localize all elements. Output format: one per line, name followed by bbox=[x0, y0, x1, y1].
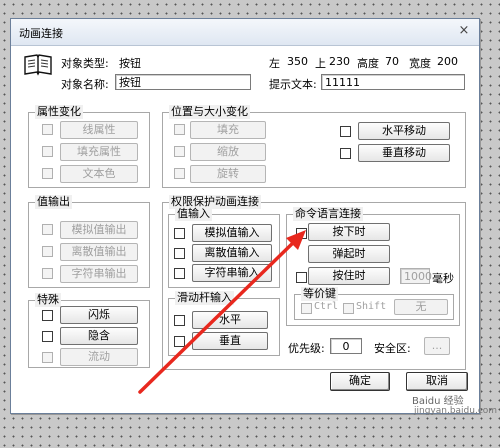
blink-checkbox[interactable] bbox=[42, 310, 53, 321]
security-zone-label: 安全区: bbox=[374, 342, 411, 355]
dialog-title: 动画连接 bbox=[19, 27, 63, 40]
attribute-change-title: 属性变化 bbox=[35, 105, 83, 119]
object-name-field[interactable]: 按钮 bbox=[115, 74, 251, 90]
object-type-value: 按钮 bbox=[119, 57, 141, 70]
hint-text-field[interactable]: 11111 bbox=[321, 74, 465, 90]
press-checkbox[interactable] bbox=[296, 228, 307, 239]
blink-button[interactable]: 闪烁 bbox=[60, 306, 138, 324]
shift-label: Shift bbox=[356, 301, 387, 312]
discrete-input-button[interactable]: 离散值输入 bbox=[192, 244, 272, 262]
position-size-title: 位置与大小变化 bbox=[169, 105, 250, 119]
shift-checkbox[interactable] bbox=[343, 303, 354, 314]
hide-checkbox[interactable] bbox=[42, 331, 53, 342]
horizontal-slider-checkbox[interactable] bbox=[174, 315, 185, 326]
rotate-checkbox[interactable] bbox=[174, 168, 185, 179]
height-value: 70 bbox=[385, 55, 399, 68]
analog-output-checkbox[interactable] bbox=[42, 224, 53, 235]
analog-output-button[interactable]: 模拟值输出 bbox=[60, 221, 138, 239]
width-value: 200 bbox=[437, 55, 458, 68]
horizontal-move-button[interactable]: 水平移动 bbox=[358, 122, 450, 140]
flow-button[interactable]: 流动 bbox=[60, 348, 138, 366]
ctrl-checkbox[interactable] bbox=[301, 303, 312, 314]
value-output-title: 值输出 bbox=[35, 195, 72, 209]
watermark-url: jingyan.baidu.com bbox=[414, 406, 498, 416]
on-release-button[interactable]: 弹起时 bbox=[308, 245, 390, 263]
title-bar: 动画连接 × bbox=[11, 19, 479, 46]
width-label: 宽度 bbox=[409, 57, 431, 70]
text-color-button[interactable]: 文本色 bbox=[60, 165, 138, 183]
object-name-label: 对象名称: bbox=[61, 78, 109, 91]
fill-checkbox[interactable] bbox=[174, 124, 185, 135]
security-zone-button[interactable]: ... bbox=[424, 337, 450, 355]
fill-button[interactable]: 填充 bbox=[190, 121, 266, 139]
close-icon[interactable]: × bbox=[455, 23, 473, 39]
scale-button[interactable]: 缩放 bbox=[190, 143, 266, 161]
discrete-output-button[interactable]: 离散值输出 bbox=[60, 243, 138, 261]
object-type-label: 对象类型: bbox=[61, 57, 109, 70]
vertical-slider-button[interactable]: 垂直 bbox=[192, 332, 268, 350]
analog-input-checkbox[interactable] bbox=[174, 228, 185, 239]
string-output-button[interactable]: 字符串输出 bbox=[60, 265, 138, 283]
hotkey-title: 等价键 bbox=[301, 287, 338, 301]
vertical-move-button[interactable]: 垂直移动 bbox=[358, 144, 450, 162]
top-label: 上 bbox=[315, 57, 326, 70]
horizontal-move-checkbox[interactable] bbox=[340, 126, 351, 137]
scale-checkbox[interactable] bbox=[174, 146, 185, 157]
command-language-title: 命令语言连接 bbox=[293, 207, 363, 221]
priority-field[interactable]: 0 bbox=[330, 338, 362, 354]
vertical-move-checkbox[interactable] bbox=[340, 148, 351, 159]
left-value: 350 bbox=[287, 55, 308, 68]
top-value: 230 bbox=[329, 55, 350, 68]
ctrl-label: Ctrl bbox=[314, 301, 339, 312]
hold-checkbox[interactable] bbox=[296, 272, 307, 283]
vertical-slider-checkbox[interactable] bbox=[174, 336, 185, 347]
hint-text-label: 提示文本: bbox=[269, 78, 317, 91]
cancel-button[interactable]: 取消 bbox=[406, 372, 468, 391]
watermark: Baidu 经验 bbox=[412, 396, 464, 407]
text-color-checkbox[interactable] bbox=[42, 168, 53, 179]
discrete-output-checkbox[interactable] bbox=[42, 246, 53, 257]
ms-unit-label: 毫秒 bbox=[432, 272, 454, 285]
fill-attr-checkbox[interactable] bbox=[42, 146, 53, 157]
hide-button[interactable]: 隐含 bbox=[60, 327, 138, 345]
string-output-checkbox[interactable] bbox=[42, 268, 53, 279]
on-press-button[interactable]: 按下时 bbox=[308, 223, 390, 241]
on-hold-button[interactable]: 按住时 bbox=[308, 267, 390, 285]
discrete-input-checkbox[interactable] bbox=[174, 248, 185, 259]
book-icon bbox=[24, 54, 52, 76]
left-label: 左 bbox=[269, 57, 280, 70]
line-attr-button[interactable]: 线属性 bbox=[60, 121, 138, 139]
value-input-title: 值输入 bbox=[175, 207, 212, 221]
string-input-checkbox[interactable] bbox=[174, 268, 185, 279]
flow-checkbox[interactable] bbox=[42, 352, 53, 363]
slider-input-title: 滑动杆输入 bbox=[175, 291, 234, 305]
rotate-button[interactable]: 旋转 bbox=[190, 165, 266, 183]
analog-input-button[interactable]: 模拟值输入 bbox=[192, 224, 272, 242]
ok-button[interactable]: 确定 bbox=[330, 372, 390, 391]
priority-label: 优先级: bbox=[288, 342, 325, 355]
hold-interval-field[interactable]: 1000 bbox=[400, 268, 432, 284]
special-title: 特殊 bbox=[35, 293, 61, 307]
horizontal-slider-button[interactable]: 水平 bbox=[192, 311, 268, 329]
line-attr-checkbox[interactable] bbox=[42, 124, 53, 135]
hotkey-none-button[interactable]: 无 bbox=[394, 299, 448, 315]
string-input-button[interactable]: 字符串输入 bbox=[192, 264, 272, 282]
height-label: 高度 bbox=[357, 57, 379, 70]
fill-attr-button[interactable]: 填充属性 bbox=[60, 143, 138, 161]
